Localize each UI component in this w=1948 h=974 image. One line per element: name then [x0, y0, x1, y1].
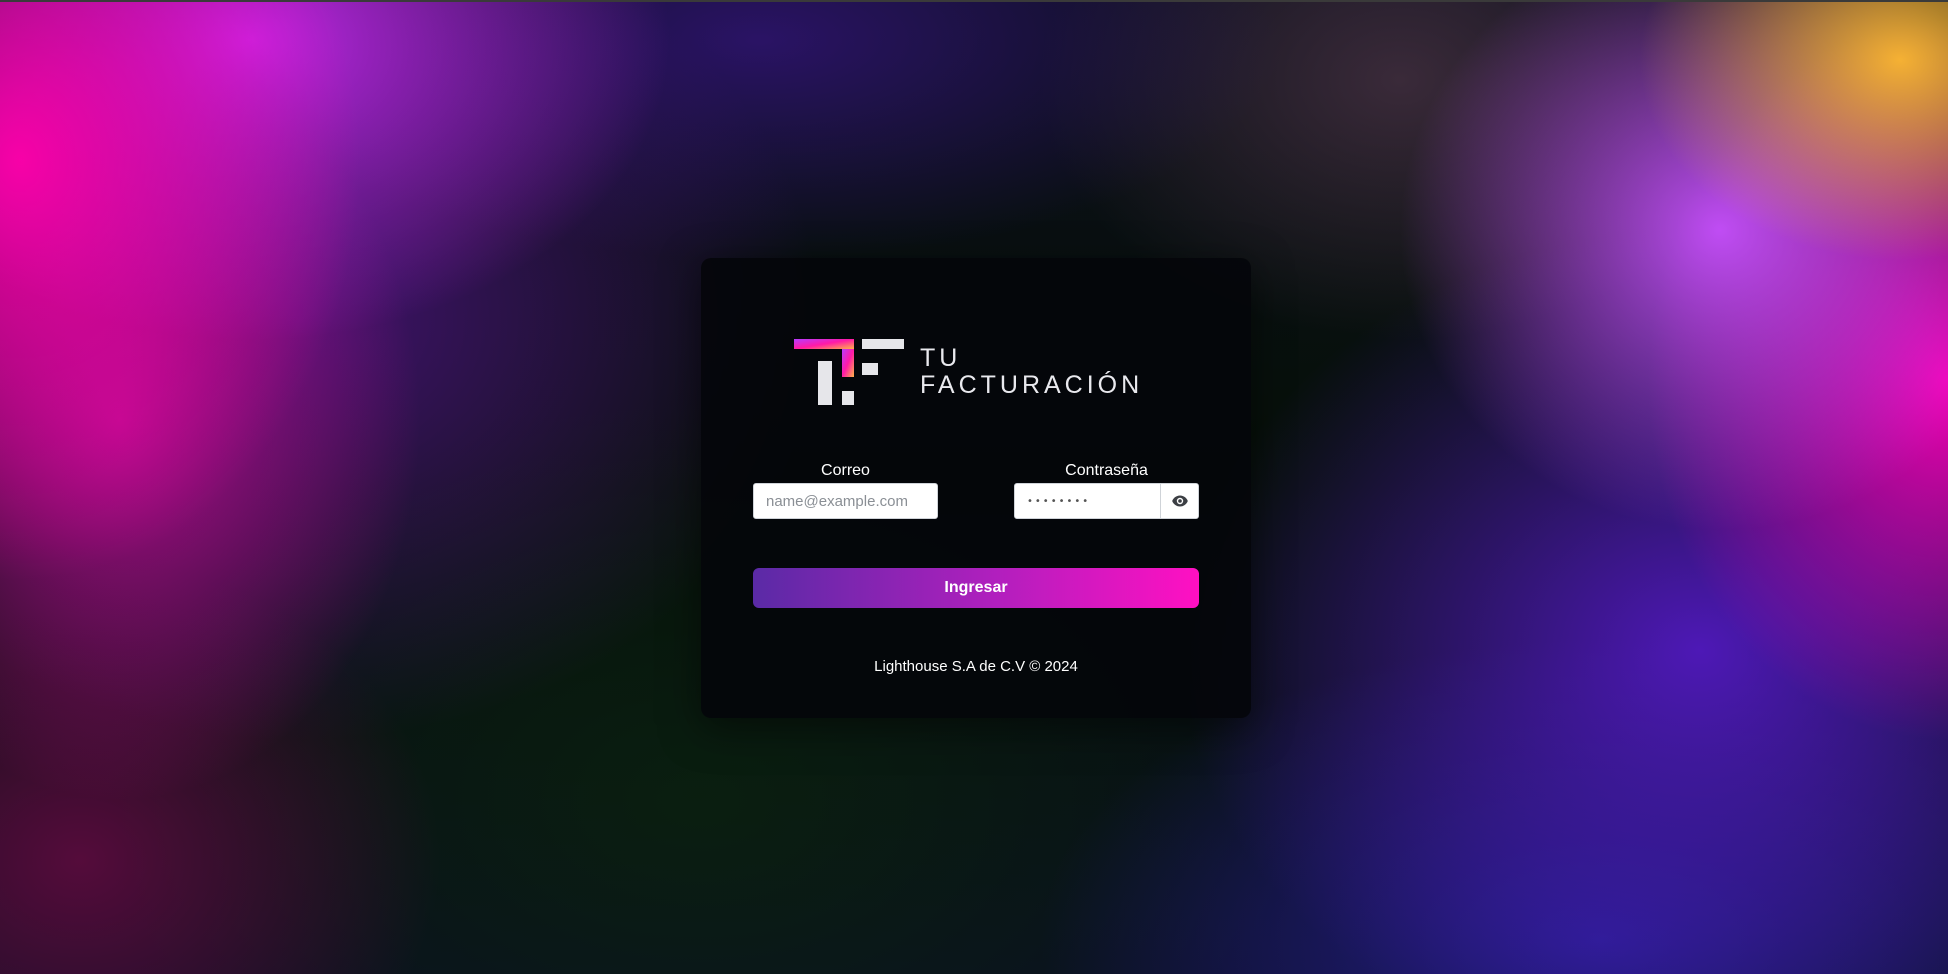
brand-logo: TU FACTURACIÓN	[794, 339, 1174, 409]
login-card: TU FACTURACIÓN Correo Contraseña Ingresa…	[701, 258, 1251, 718]
password-field-group	[1014, 483, 1199, 519]
email-field[interactable]	[753, 483, 938, 519]
brand-line-1: TU	[920, 344, 962, 372]
brand-wordmark: TU FACTURACIÓN	[920, 345, 1143, 399]
copyright-footer: Lighthouse S.A de C.V © 2024	[874, 658, 1078, 675]
login-page: TU FACTURACIÓN Correo Contraseña Ingresa…	[0, 0, 1948, 974]
tf-logo-mark-icon	[794, 339, 904, 405]
login-button[interactable]: Ingresar	[753, 568, 1199, 608]
brand-line-2: FACTURACIÓN	[920, 371, 1144, 399]
password-field[interactable]	[1015, 484, 1160, 518]
top-border	[0, 0, 1948, 2]
password-label: Contraseña	[1065, 462, 1148, 479]
email-label: Correo	[821, 462, 870, 479]
eye-icon	[1171, 495, 1188, 507]
toggle-password-visibility-button[interactable]	[1160, 484, 1198, 518]
